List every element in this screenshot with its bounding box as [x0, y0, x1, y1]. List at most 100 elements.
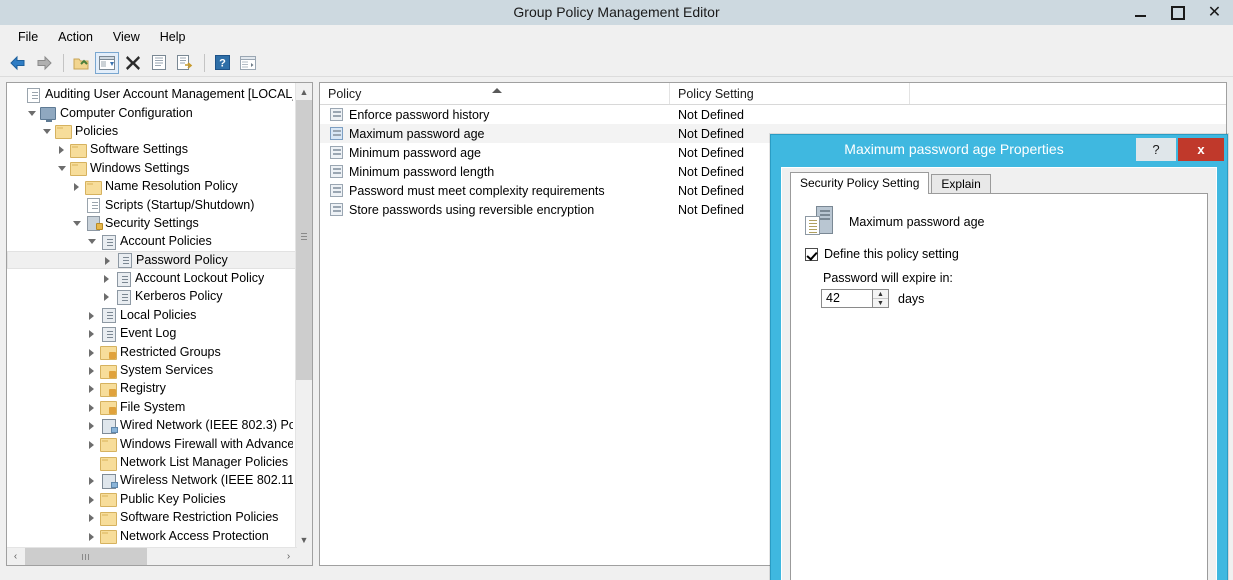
tree-item[interactable]: Scripts (Startup/Shutdown)	[7, 195, 297, 213]
up-one-level-icon[interactable]	[69, 52, 93, 74]
tree-vertical-scrollbar[interactable]: ▲ ▼	[295, 83, 312, 548]
tree-expander-icon[interactable]	[56, 159, 69, 177]
tree-expander-icon[interactable]	[56, 140, 69, 158]
tree-expander-icon[interactable]	[26, 104, 39, 122]
tree-expander-icon[interactable]	[86, 379, 99, 397]
password-expire-spin-buttons[interactable]: ▲ ▼	[873, 289, 889, 308]
tree-item-label: Kerberos Policy	[135, 289, 223, 303]
tree-scroll-right-arrow[interactable]: ›	[280, 548, 297, 565]
tree-expander-icon[interactable]	[86, 435, 99, 453]
tree-expander-icon[interactable]	[71, 214, 84, 232]
tree-scroll-left-arrow[interactable]: ‹	[7, 548, 24, 565]
tree-item[interactable]: Wired Network (IEEE 802.3) Polic	[7, 416, 297, 434]
show-hide-console-tree-icon[interactable]	[95, 52, 119, 74]
tree-expander-icon[interactable]	[86, 324, 99, 342]
show-hide-action-pane-icon[interactable]	[236, 52, 260, 74]
table-row[interactable]: Enforce password historyNot Defined	[320, 105, 1226, 124]
policy-name-label: Maximum password age	[349, 127, 484, 141]
tree-item[interactable]: Restricted Groups	[7, 342, 297, 360]
password-expire-stepper[interactable]: 42 ▲ ▼ days	[821, 289, 924, 308]
tree-item[interactable]: File System	[7, 398, 297, 416]
tree-expander-icon[interactable]	[86, 398, 99, 416]
dialog-help-button[interactable]: ?	[1136, 138, 1176, 161]
tree-item-label: System Services	[120, 363, 213, 377]
dialog-close-button[interactable]: x	[1178, 138, 1224, 161]
help-icon[interactable]: ?	[210, 52, 234, 74]
menu-item-file[interactable]: File	[8, 27, 48, 47]
menu-item-action[interactable]: Action	[48, 27, 103, 47]
tree-scroll-down-arrow[interactable]: ▼	[296, 531, 312, 548]
tree-item[interactable]: Windows Firewall with Advanced	[7, 434, 297, 452]
tree-expander-icon[interactable]	[86, 306, 99, 324]
tab-security-policy-setting[interactable]: Security Policy Setting	[790, 172, 929, 194]
tree-item-label: Policies	[75, 124, 118, 138]
define-policy-checkbox[interactable]	[805, 248, 818, 261]
security-icon	[84, 215, 101, 230]
column-header-policy-setting-label: Policy Setting	[678, 87, 754, 101]
console-tree[interactable]: Auditing User Account Management [LOCAL_…	[7, 83, 297, 550]
maximize-button[interactable]	[1159, 0, 1196, 25]
computer-icon	[39, 105, 56, 120]
tree-item[interactable]: Registry	[7, 379, 297, 397]
dialog-body: Security Policy Setting Explain Maximum …	[781, 167, 1217, 580]
tree-expander-icon[interactable]	[41, 122, 54, 140]
tree-expander-icon[interactable]	[86, 527, 99, 545]
tree-expander-icon[interactable]	[86, 490, 99, 508]
tree-item[interactable]: Software Settings	[7, 140, 297, 158]
spinner-down-icon[interactable]: ▼	[873, 299, 888, 307]
tree-item[interactable]: Network Access Protection	[7, 526, 297, 544]
tree-expander-icon[interactable]	[86, 508, 99, 526]
folder-icon	[99, 491, 116, 506]
password-expire-input[interactable]: 42	[821, 289, 873, 308]
tree-item[interactable]: Windows Settings	[7, 159, 297, 177]
tree-item[interactable]: Account Policies	[7, 232, 297, 250]
tree-item[interactable]: Account Lockout Policy	[7, 269, 297, 287]
tree-item[interactable]: Public Key Policies	[7, 490, 297, 508]
tree-item[interactable]: Local Policies	[7, 306, 297, 324]
tree-expander-icon[interactable]	[101, 269, 114, 287]
tree-item[interactable]: Policies	[7, 122, 297, 140]
tree-expander-icon[interactable]	[86, 232, 99, 250]
tree-expander-icon[interactable]	[101, 287, 114, 305]
tree-item[interactable]: Event Log	[7, 324, 297, 342]
column-header-policy-setting[interactable]: Policy Setting	[670, 83, 910, 104]
tree-item-label: Windows Settings	[90, 161, 189, 175]
tree-item[interactable]: Security Settings	[7, 214, 297, 232]
tree-expander-icon[interactable]	[86, 416, 99, 434]
tree-item[interactable]: Wireless Network (IEEE 802.11) P	[7, 471, 297, 489]
tree-expander-icon[interactable]	[102, 251, 115, 269]
delete-icon[interactable]	[121, 52, 145, 74]
define-policy-checkbox-row[interactable]: Define this policy setting	[805, 247, 959, 261]
tree-item[interactable]: Name Resolution Policy	[7, 177, 297, 195]
tree-item[interactable]: Computer Configuration	[7, 103, 297, 121]
tree-item-label: Name Resolution Policy	[105, 179, 238, 193]
tree-expander-icon[interactable]	[86, 471, 99, 489]
tree-item[interactable]: Kerberos Policy	[7, 287, 297, 305]
menu-item-view[interactable]: View	[103, 27, 150, 47]
tree-expander-icon[interactable]	[86, 361, 99, 379]
tree-scroll-up-arrow[interactable]: ▲	[296, 83, 312, 100]
tree-item[interactable]: Software Restriction Policies	[7, 508, 297, 526]
tree-hscroll-thumb[interactable]	[25, 548, 147, 565]
minimize-button[interactable]	[1122, 0, 1159, 25]
export-list-icon[interactable]	[173, 52, 197, 74]
group-policy-management-editor-window: Group Policy Management Editor ✕ File Ac…	[0, 0, 1233, 580]
tree-scroll-thumb[interactable]	[296, 100, 312, 380]
forward-icon[interactable]	[32, 52, 56, 74]
tab-explain[interactable]: Explain	[931, 174, 990, 194]
tree-spacer	[71, 196, 84, 214]
properties-icon[interactable]	[147, 52, 171, 74]
tree-expander-icon[interactable]	[86, 343, 99, 361]
menu-item-help[interactable]: Help	[150, 27, 196, 47]
tree-expander-icon[interactable]	[71, 177, 84, 195]
tree-item[interactable]: Password Policy	[7, 251, 297, 269]
tree-item-label: Auditing User Account Management [LOCAL_…	[45, 87, 293, 101]
tree-horizontal-scrollbar[interactable]: ‹ ›	[7, 547, 297, 565]
tree-item[interactable]: System Services	[7, 361, 297, 379]
spinner-up-icon[interactable]: ▲	[873, 290, 888, 299]
tree-item[interactable]: Network List Manager Policies	[7, 453, 297, 471]
column-header-policy[interactable]: Policy	[320, 83, 670, 104]
tree-item[interactable]: Auditing User Account Management [LOCAL_…	[7, 85, 297, 103]
close-button[interactable]: ✕	[1196, 0, 1233, 25]
back-icon[interactable]	[6, 52, 30, 74]
